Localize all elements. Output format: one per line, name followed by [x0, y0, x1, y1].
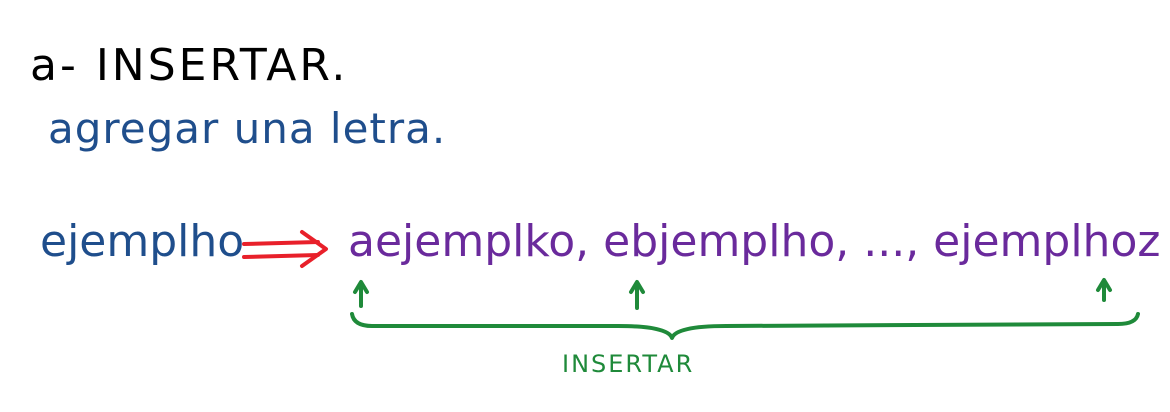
- double-right-arrow-icon: [242, 230, 328, 268]
- handwritten-note: a- INSERTAR. agregar una letra. ejemplho…: [0, 0, 1170, 412]
- up-arrow-icon: [1096, 278, 1112, 302]
- up-arrow-icon: [353, 280, 369, 308]
- annotation-marks: [242, 230, 1140, 340]
- up-arrow-icon: [629, 280, 645, 310]
- curly-brace: [350, 312, 1140, 340]
